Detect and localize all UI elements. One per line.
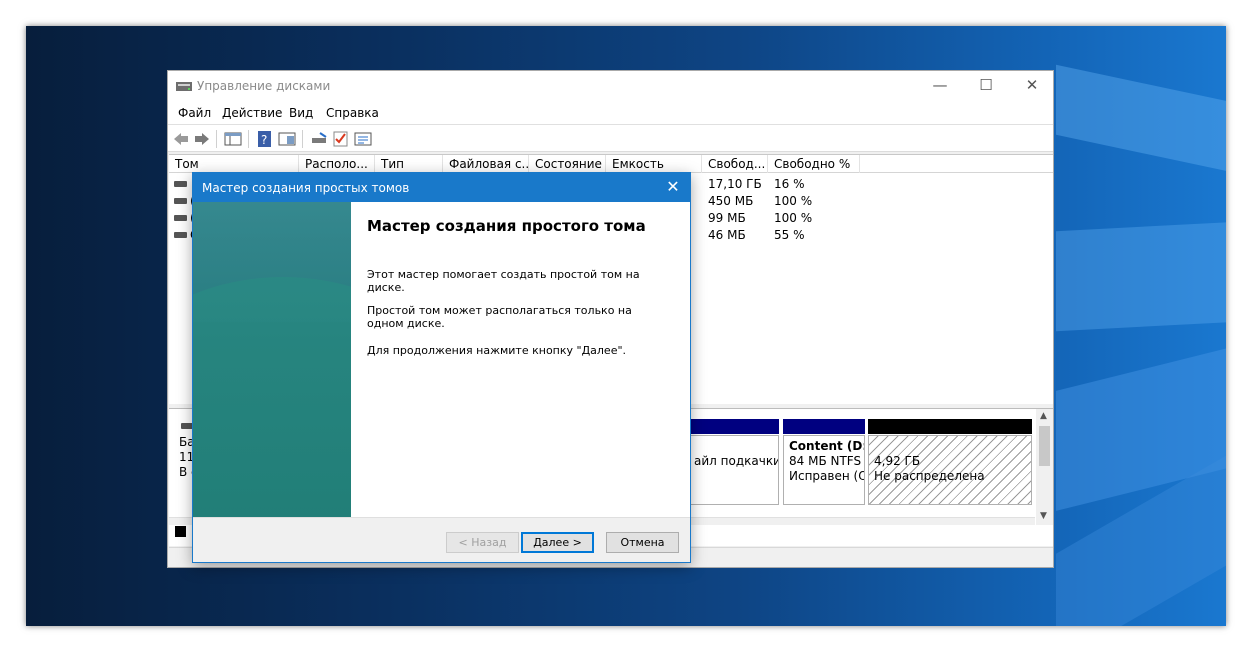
maximize-button[interactable]: ☐ bbox=[963, 71, 1009, 101]
partition-bar-primary bbox=[689, 419, 779, 434]
menu-file[interactable]: Файл bbox=[178, 106, 211, 120]
toolbar-separator bbox=[302, 130, 303, 148]
window-titlebar[interactable]: Управление дисками — ☐ ✕ bbox=[168, 71, 1053, 102]
cancel-button[interactable]: Отмена bbox=[606, 532, 679, 553]
toolbar: ? bbox=[168, 124, 1053, 152]
window-title: Управление дисками bbox=[197, 79, 331, 93]
partition-content-name: Content (D: bbox=[789, 439, 865, 453]
scroll-down-icon[interactable]: ▼ bbox=[1040, 511, 1047, 521]
menu-bar: Файл Действие Вид Справка bbox=[168, 102, 1053, 124]
wizard-info-text: Простой том может располагаться только н… bbox=[367, 304, 632, 330]
column-header-status[interactable]: Состояние bbox=[529, 155, 606, 173]
wizard-side-banner bbox=[193, 202, 351, 517]
column-header-capacity[interactable]: Емкость bbox=[606, 155, 702, 173]
menu-help[interactable]: Справка bbox=[326, 106, 379, 120]
help-icon[interactable]: ? bbox=[256, 131, 274, 147]
unallocated-status: Не распределена bbox=[874, 469, 985, 483]
properties-grid-icon[interactable] bbox=[224, 131, 242, 147]
column-header-filesystem[interactable]: Файловая с... bbox=[443, 155, 529, 173]
partition-pagefile[interactable]: айл подкачки, . bbox=[689, 435, 779, 505]
next-button[interactable]: Далее > bbox=[521, 532, 594, 553]
volume-free: 450 МБ bbox=[708, 194, 754, 208]
column-header-layout[interactable]: Располо... bbox=[299, 155, 375, 173]
volume-free-percent: 100 % bbox=[774, 211, 813, 225]
scrollbar-thumb[interactable] bbox=[1039, 426, 1050, 466]
close-button[interactable]: ✕ bbox=[1009, 71, 1055, 101]
column-header-volume[interactable]: Том bbox=[169, 155, 299, 173]
partition-pagefile-text: айл подкачки, . bbox=[694, 454, 779, 468]
volume-free: 17,10 ГБ bbox=[708, 177, 762, 191]
rescan-list-icon[interactable] bbox=[354, 131, 372, 147]
wizard-titlebar[interactable]: Мастер создания простых томов ✕ bbox=[193, 173, 690, 202]
minimize-button[interactable]: — bbox=[917, 71, 963, 101]
forward-arrow-icon[interactable] bbox=[193, 131, 211, 147]
wizard-footer: < Назад Далее > Отмена bbox=[193, 517, 690, 562]
volume-icon bbox=[174, 215, 187, 221]
wizard-intro-text: Этот мастер помогает создать простой том… bbox=[367, 268, 640, 294]
volume-free-percent: 55 % bbox=[774, 228, 805, 242]
volume-list-header: Том Располо... Тип Файловая с... Состоян… bbox=[169, 155, 1053, 173]
menu-view[interactable]: Вид bbox=[289, 106, 313, 120]
connect-disk-icon[interactable] bbox=[310, 131, 328, 147]
column-header-free-percent[interactable]: Свободно % bbox=[768, 155, 860, 173]
volume-free-percent: 100 % bbox=[774, 194, 813, 208]
vertical-scrollbar[interactable]: ▲ ▼ bbox=[1036, 409, 1053, 525]
column-header-free-space[interactable]: Свобод... bbox=[702, 155, 768, 173]
wallpaper-light-beam bbox=[1056, 220, 1226, 332]
show-hide-console-icon[interactable] bbox=[278, 131, 296, 147]
wizard-heading: Мастер создания простого тома bbox=[367, 217, 646, 235]
back-button[interactable]: < Назад bbox=[446, 532, 519, 553]
wizard-close-icon[interactable]: ✕ bbox=[662, 176, 684, 198]
toolbar-separator bbox=[216, 130, 217, 148]
partition-content-size: 84 МБ NTFS bbox=[789, 454, 862, 468]
volume-icon bbox=[174, 232, 187, 238]
legend-unallocated-swatch bbox=[175, 526, 186, 537]
volume-free: 46 МБ bbox=[708, 228, 746, 242]
scroll-up-icon[interactable]: ▲ bbox=[1040, 411, 1047, 421]
volume-free: 99 МБ bbox=[708, 211, 746, 225]
back-arrow-icon[interactable] bbox=[172, 131, 190, 147]
menu-action[interactable]: Действие bbox=[222, 106, 282, 120]
partition-bar-unallocated bbox=[868, 419, 1032, 434]
checklist-icon[interactable] bbox=[332, 131, 350, 147]
volume-icon bbox=[174, 181, 187, 187]
banner-decoration bbox=[193, 277, 351, 517]
partition-unallocated[interactable]: 4,92 ГБ Не распределена bbox=[868, 435, 1032, 505]
wizard-title: Мастер создания простых томов bbox=[202, 181, 410, 195]
svg-text:?: ? bbox=[261, 133, 267, 147]
partition-bar-content bbox=[783, 419, 865, 434]
volume-free-percent: 16 % bbox=[774, 177, 805, 191]
partition-content-status: Исправен (О bbox=[789, 469, 865, 483]
toolbar-separator bbox=[248, 130, 249, 148]
wallpaper-light-beam bbox=[1056, 64, 1226, 178]
disk-management-icon bbox=[176, 82, 192, 91]
new-simple-volume-wizard: Мастер создания простых томов ✕ Мастер с… bbox=[192, 172, 691, 563]
screenshot-frame: Управление дисками — ☐ ✕ Файл Действие В… bbox=[0, 0, 1251, 651]
unallocated-size: 4,92 ГБ bbox=[874, 454, 921, 468]
wizard-continue-text: Для продолжения нажмите кнопку "Далее". bbox=[367, 344, 627, 357]
column-header-type[interactable]: Тип bbox=[375, 155, 443, 173]
wizard-content: Мастер создания простого тома Этот масте… bbox=[351, 202, 690, 517]
volume-icon bbox=[174, 198, 187, 204]
partition-content[interactable]: Content (D: 84 МБ NTFS Исправен (О bbox=[783, 435, 865, 505]
